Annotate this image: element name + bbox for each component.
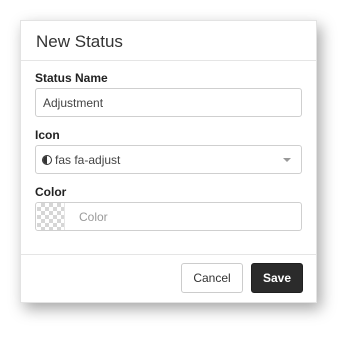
status-name-label: Status Name [35,71,108,85]
dialog-footer: Cancel Save [21,254,316,302]
chevron-down-icon[interactable] [283,158,291,162]
icon-label: Icon [35,128,60,142]
color-label: Color [35,185,67,199]
new-status-dialog: New Status Status Name Icon fas fa-adjus… [20,20,317,303]
dialog-header: New Status [21,21,316,61]
cancel-button[interactable]: Cancel [181,263,243,293]
dialog-title: New Status [36,32,123,51]
status-name-input[interactable] [36,89,301,116]
adjust-icon [42,154,52,165]
color-picker-field[interactable] [35,202,302,231]
color-swatch[interactable] [37,203,65,230]
icon-select[interactable]: fas fa-adjust [35,145,302,174]
save-button[interactable]: Save [251,263,303,293]
color-input[interactable] [65,202,301,231]
icon-select-value: fas fa-adjust [55,152,121,167]
status-name-field[interactable] [35,88,302,117]
dialog-body: Status Name Icon fas fa-adjust Color [21,61,316,231]
